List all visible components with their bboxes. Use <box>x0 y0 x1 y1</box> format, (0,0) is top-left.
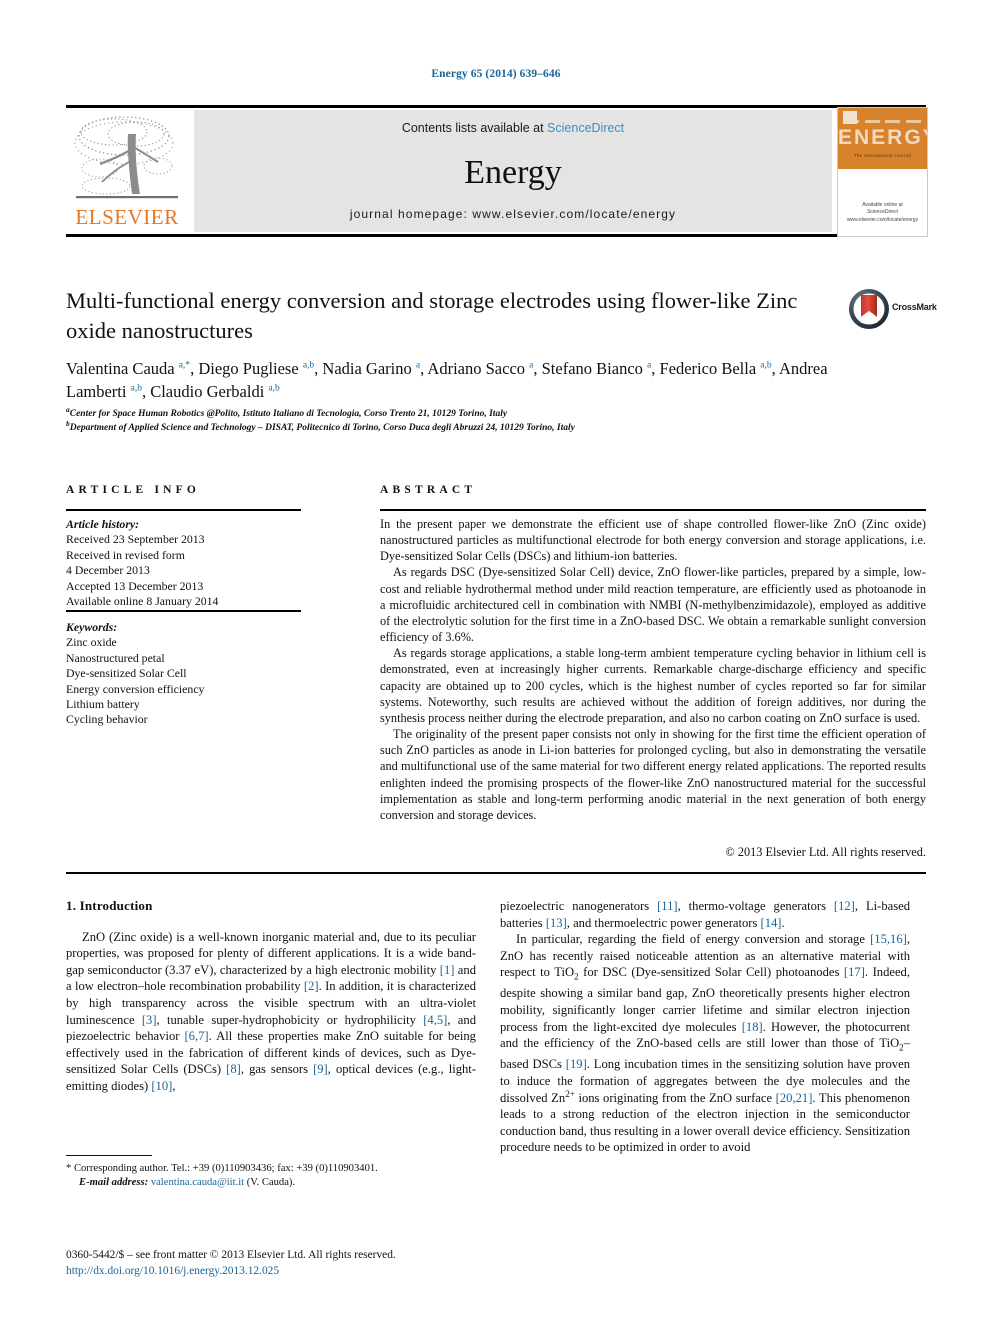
cover-subtitle: The International Journal <box>853 153 912 158</box>
history-item: Accepted 13 December 2013 <box>66 578 204 593</box>
masthead-top-rule <box>66 105 926 108</box>
history-item: Received in revised form <box>66 547 185 562</box>
article-history-block: Article history: Received 23 September 2… <box>66 517 311 609</box>
history-item: 4 December 2013 <box>66 563 150 578</box>
keyword-item: Cycling behavior <box>66 712 148 727</box>
issn-line: 0360-5442/$ – see front matter © 2013 El… <box>66 1249 396 1261</box>
keyword-item: Energy conversion efficiency <box>66 681 205 696</box>
body-column-right: piezoelectric nanogenerators [11], therm… <box>500 898 910 1156</box>
intro-paragraph-2: In particular, regarding the field of en… <box>500 932 910 1155</box>
article-info-heading: ARTICLE INFO <box>66 484 201 496</box>
author-list: Valentina Cauda a,*, Diego Pugliese a,b,… <box>66 359 828 401</box>
cover-topic-row <box>844 120 921 123</box>
journal-homepage-line[interactable]: journal homepage: www.elsevier.com/locat… <box>194 207 832 221</box>
journal-cover-thumbnail: ENERGY The International Journal Availab… <box>837 107 928 237</box>
history-item: Received 23 September 2013 <box>66 532 205 547</box>
sciencedirect-link[interactable]: ScienceDirect <box>547 121 624 135</box>
affiliations: aCenter for Space Human Robotics @Polito… <box>66 404 866 435</box>
elsevier-logo: ELSEVIER <box>66 110 188 232</box>
cover-footer-line3: www.elsevier.com/locate/energy <box>846 216 919 223</box>
cover-footer-line1: Available online at <box>862 201 903 208</box>
affiliation-b-text: Department of Applied Science and Techno… <box>69 422 575 433</box>
masthead-bottom-rule <box>66 234 926 237</box>
footnote-rule <box>66 1155 152 1156</box>
journal-title: Energy <box>464 154 562 191</box>
keywords-rule <box>66 610 301 612</box>
abstract-copyright: © 2013 Elsevier Ltd. All rights reserved… <box>725 845 926 859</box>
keyword-item: Nanostructured petal <box>66 650 165 665</box>
keyword-item: Dye-sensitized Solar Cell <box>66 666 187 681</box>
affiliation-a-text: Center for Space Human Robotics @Polito,… <box>69 409 508 419</box>
cover-orange-band: ENERGY The International Journal <box>838 108 927 169</box>
cover-footer-line2: ScienceDirect <box>867 209 898 215</box>
abstract-bottom-rule <box>66 872 926 874</box>
intro-paragraph-1-cont: piezoelectric nanogenerators [11], therm… <box>500 899 910 930</box>
crossmark-badge[interactable]: CrossMark <box>848 288 940 330</box>
contents-available-line: Contents lists available at ScienceDirec… <box>194 121 832 135</box>
running-head: Energy 65 (2014) 639–646 <box>431 68 561 80</box>
crossmark-icon <box>849 289 889 329</box>
contents-prefix: Contents lists available at <box>401 121 548 135</box>
abstract-paragraph: As regards storage applications, a stabl… <box>380 646 926 725</box>
abstract-paragraph: In the present paper we demonstrate the … <box>380 517 926 564</box>
elsevier-wordmark: ELSEVIER <box>75 205 179 229</box>
affiliation-b: bDepartment of Applied Science and Techn… <box>66 418 575 433</box>
email-label: E-mail address: <box>79 1177 149 1189</box>
page-title: Multi-functional energy conversion and s… <box>66 288 798 343</box>
keyword-item: Lithium battery <box>66 697 140 712</box>
imprint-block: 0360-5442/$ – see front matter © 2013 El… <box>66 1248 566 1279</box>
intro-paragraph-1: ZnO (Zinc oxide) is a well-known inorgan… <box>66 929 477 1093</box>
section-heading-introduction: 1. Introduction <box>66 898 153 913</box>
abstract-paragraph: As regards DSC (Dye-sensitized Solar Cel… <box>380 565 926 645</box>
article-history-label: Article history: <box>66 517 140 531</box>
history-item: Available online 8 January 2014 <box>66 594 219 609</box>
article-page: Energy 65 (2014) 639–646 ELSEVIER Conten… <box>0 0 992 1323</box>
abstract-heading: ABSTRACT <box>380 484 477 496</box>
cover-footer: Available online at ScienceDirect www.el… <box>838 202 927 225</box>
doi-link[interactable]: http://dx.doi.org/10.1016/j.energy.2013.… <box>66 1264 566 1280</box>
journal-masthead: ELSEVIER Contents lists available at Sci… <box>66 105 928 237</box>
corresponding-author-line: * Corresponding author. Tel.: +39 (0)110… <box>66 1163 378 1174</box>
email-line: E-mail address: valentina.cauda@iit.it (… <box>66 1176 476 1190</box>
corresponding-author-footnote: * Corresponding author. Tel.: +39 (0)110… <box>66 1162 476 1190</box>
masthead-center-panel: Contents lists available at ScienceDirec… <box>194 110 832 232</box>
body-column-left: 1. Introduction ZnO (Zinc oxide) is a we… <box>66 898 476 1095</box>
keyword-item: Zinc oxide <box>66 635 117 650</box>
elsevier-tree-icon <box>74 116 178 199</box>
abstract-text: In the present paper we demonstrate the … <box>380 516 926 823</box>
abstract-rule <box>380 509 926 511</box>
keywords-label: Keywords: <box>66 620 118 634</box>
cover-title: ENERGY <box>838 126 927 149</box>
crossmark-label: CrossMark <box>892 302 937 312</box>
affiliation-a: aCenter for Space Human Robotics @Polito… <box>66 404 508 419</box>
email-link[interactable]: valentina.cauda@iit.it <box>151 1177 244 1188</box>
keywords-block: Keywords: Zinc oxide Nanostructured peta… <box>66 620 311 728</box>
abstract-paragraph: The originality of the present paper con… <box>380 727 926 822</box>
article-info-rule <box>66 509 301 511</box>
email-suffix: (V. Cauda). <box>244 1177 296 1189</box>
